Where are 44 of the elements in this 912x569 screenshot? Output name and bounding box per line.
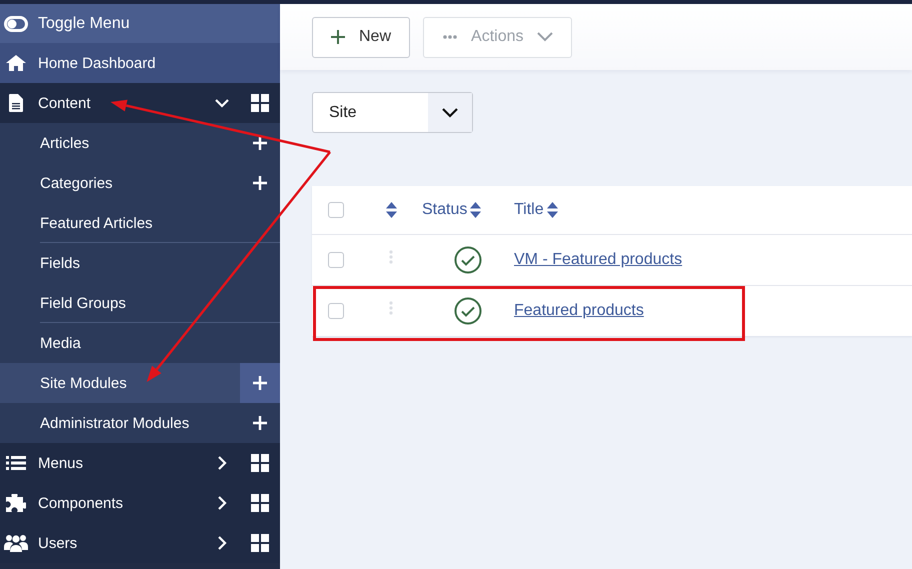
- chevron-right-icon[interactable]: [215, 456, 229, 470]
- module-title-link[interactable]: VM - Featured products: [514, 251, 682, 269]
- plus-icon: [331, 30, 345, 44]
- sort-icon[interactable]: [470, 202, 482, 218]
- toggle-icon: [4, 16, 28, 32]
- dashboard-grid-icon[interactable]: [251, 94, 269, 112]
- dashboard-grid-icon[interactable]: [251, 454, 269, 472]
- filter-select[interactable]: Site: [312, 92, 473, 133]
- toggle-menu-button[interactable]: Toggle Menu: [0, 4, 280, 43]
- submenu-item[interactable]: Articles: [0, 123, 280, 163]
- submenu-item[interactable]: Fields: [0, 243, 280, 283]
- users-icon: [4, 534, 28, 552]
- chevron-down-icon: [537, 32, 554, 42]
- submenu-item[interactable]: Featured Articles: [0, 203, 280, 243]
- row-checkbox[interactable]: [328, 303, 344, 319]
- sort-icon[interactable]: [386, 202, 396, 218]
- new-button[interactable]: New: [312, 16, 410, 58]
- chevron-down-icon[interactable]: [215, 96, 229, 110]
- sort-icon[interactable]: [546, 202, 558, 218]
- submenu-item[interactable]: Field Groups: [0, 283, 280, 323]
- column-header[interactable]: Status: [422, 201, 468, 219]
- chevron-down-icon: [428, 93, 472, 132]
- submenu-item[interactable]: Categories: [0, 163, 280, 203]
- dashboard-grid-icon[interactable]: [251, 494, 269, 512]
- list-icon: [4, 455, 28, 471]
- module-title-link[interactable]: Featured products: [514, 302, 644, 320]
- published-check-icon[interactable]: [454, 297, 482, 325]
- ellipsis-icon: [443, 35, 458, 39]
- submenu-item[interactable]: Administrator Modules: [0, 403, 280, 443]
- submenu-item[interactable]: Media: [0, 323, 280, 363]
- drag-handle-icon[interactable]: [389, 250, 393, 264]
- puzzle-icon: [4, 494, 28, 512]
- published-check-icon[interactable]: [454, 246, 482, 274]
- submenu-item[interactable]: Site Modules: [0, 363, 280, 403]
- chevron-right-icon[interactable]: [215, 536, 229, 550]
- drag-handle-icon[interactable]: [389, 301, 393, 315]
- row-checkbox[interactable]: [328, 252, 344, 268]
- dashboard-grid-icon[interactable]: [251, 534, 269, 552]
- select-all-checkbox[interactable]: [328, 202, 344, 218]
- chevron-right-icon[interactable]: [215, 496, 229, 510]
- sidebar-item[interactable]: Home Dashboard: [0, 43, 280, 83]
- column-header[interactable]: Title: [514, 201, 544, 219]
- home-icon: [4, 54, 28, 72]
- add-icon[interactable]: [240, 363, 280, 403]
